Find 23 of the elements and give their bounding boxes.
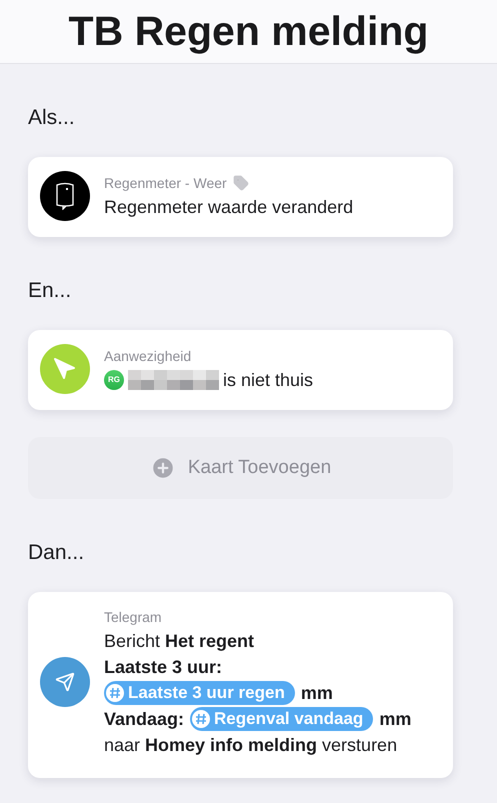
section-heading: Dan...: [28, 540, 86, 566]
flow-card[interactable]: Aanwezigheid RG is niet thuis: [28, 330, 453, 410]
hash-icon: [192, 710, 210, 728]
message-text: Bericht Het regent: [104, 630, 254, 653]
section-heading: Als...: [28, 105, 76, 131]
app-name: Regenmeter - Weer: [104, 175, 227, 191]
message-text: mm: [379, 708, 412, 731]
rain-gauge-icon: [54, 182, 76, 210]
message-text: Vandaag:: [104, 708, 184, 731]
flow-title: TB Regen melding: [68, 8, 428, 55]
send-icon: [55, 672, 75, 692]
section-heading: En...: [28, 278, 72, 304]
card-text: Regenmeter waarde veranderd: [104, 196, 354, 219]
flow-card[interactable]: Regenmeter - Weer Regenmeter waarde veranderd: [28, 157, 453, 237]
user-avatar: RG: [104, 370, 124, 390]
message-text: Laatste 3 uur:: [104, 656, 222, 679]
message-text: naar Homey info melding versturen: [104, 734, 398, 757]
message-text: mm: [300, 682, 333, 705]
app-name: Telegram: [104, 609, 162, 625]
app-name: Aanwezigheid: [104, 348, 192, 364]
hash-icon: [106, 684, 124, 702]
navigation-arrow-icon: [53, 357, 77, 381]
card-text: is niet thuis: [223, 369, 314, 392]
